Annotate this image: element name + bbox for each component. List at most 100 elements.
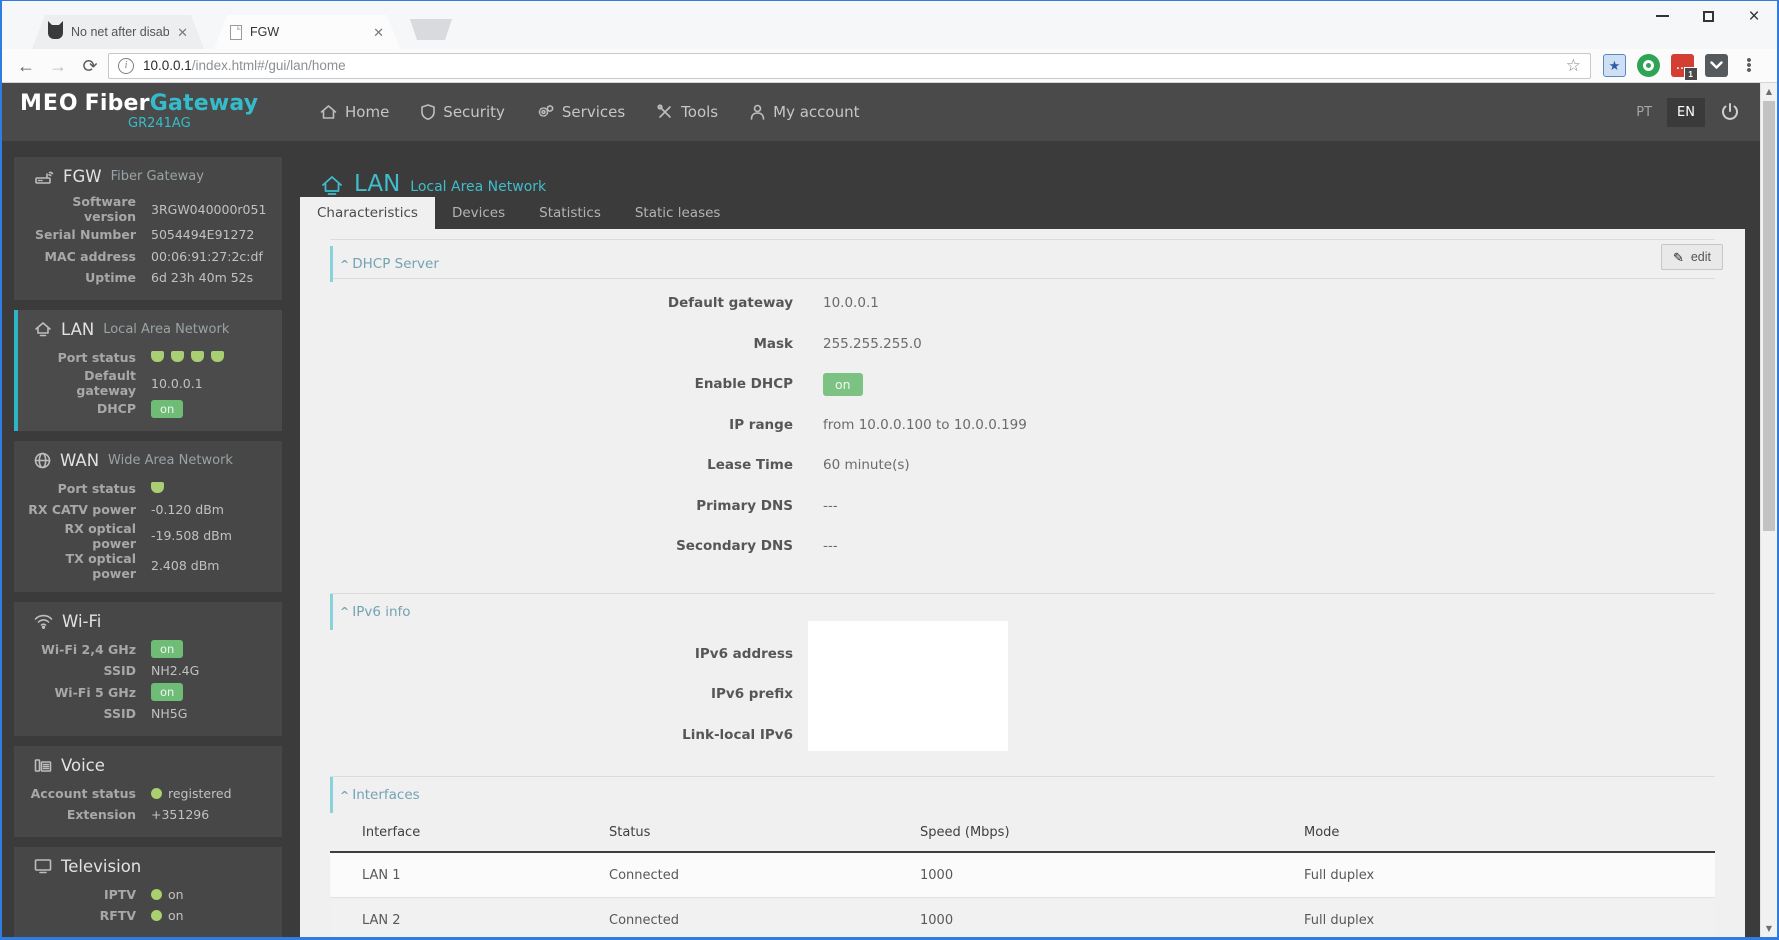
info-row: Serial Number 5054494E91272 <box>24 224 272 246</box>
green-extension-icon[interactable] <box>1637 54 1660 77</box>
field-label: IPv6 address <box>330 646 793 662</box>
pencil-icon: ✎ <box>1673 251 1684 264</box>
nav-security[interactable]: Security <box>421 103 505 121</box>
browser-tab-2-active[interactable]: FGW ✕ <box>214 15 400 49</box>
maximize-button[interactable] <box>1685 1 1731 31</box>
tab-close-icon[interactable]: ✕ <box>373 26 384 39</box>
ethernet-port-icon <box>211 351 224 362</box>
tab-static-leases[interactable]: Static leases <box>618 197 738 229</box>
url-host: 10.0.0.1 <box>143 58 192 73</box>
minimize-button[interactable] <box>1639 1 1685 31</box>
info-icon[interactable]: i <box>118 58 134 74</box>
row-label: RX optical power <box>24 521 136 551</box>
lan-house-icon <box>320 174 344 197</box>
table-header-row: Interface Status Speed (Mbps) Mode <box>330 813 1715 853</box>
address-bar[interactable]: i 10.0.0.1/index.html#/gui/lan/home ☆ <box>108 53 1591 79</box>
sidebar-section-lan[interactable]: LAN Local Area Network Port status Defau… <box>14 310 282 431</box>
row-label: RFTV <box>24 908 136 923</box>
cell-speed: 1000 <box>920 868 1304 883</box>
status-dot <box>151 910 162 921</box>
interfaces-section-header[interactable]: ^ Interfaces <box>330 777 1715 813</box>
shield-icon <box>421 104 435 120</box>
forward-button[interactable]: → <box>44 57 72 75</box>
section-title: Wi-Fi <box>62 612 101 631</box>
phone-icon <box>34 758 52 773</box>
lang-en-button[interactable]: EN <box>1667 98 1705 127</box>
row-value: NH5G <box>151 706 272 721</box>
nav-services[interactable]: Services <box>537 103 625 121</box>
sidebar-section-fgw[interactable]: FGW Fiber Gateway Software version 3RGW0… <box>14 157 282 300</box>
page-scrollbar[interactable]: ▲ ▼ <box>1760 83 1777 937</box>
row-label: Serial Number <box>24 227 136 242</box>
tab-title: No net after disabling DH <box>71 25 169 39</box>
row-value: 3RGW040000r051 <box>151 202 272 217</box>
section-subtitle: Wide Area Network <box>108 453 233 468</box>
globe-icon <box>34 452 51 469</box>
info-row: SSID NH5G <box>24 703 272 725</box>
tab-close-icon[interactable]: ✕ <box>177 26 188 39</box>
field-label: Enable DHCP <box>330 376 793 392</box>
sidebar-section-wifi[interactable]: Wi-Fi Wi-Fi 2,4 GHz on SSID NH2.4G Wi-Fi… <box>14 602 282 736</box>
refresh-button[interactable]: ⟳ <box>76 57 104 75</box>
row-label: Port status <box>24 350 136 365</box>
section-title: Voice <box>61 756 105 775</box>
section-title: DHCP Server <box>352 256 439 272</box>
lang-pt-button[interactable]: PT <box>1636 105 1652 120</box>
nav-tools[interactable]: Tools <box>657 103 718 121</box>
bookmarks-extension-icon[interactable]: ★ <box>1603 54 1626 77</box>
new-tab-button[interactable] <box>410 19 452 40</box>
form-row: Enable DHCP on <box>330 364 1715 405</box>
ipv6-values-redacted-box <box>808 621 1008 751</box>
tab-statistics[interactable]: Statistics <box>522 197 618 229</box>
red-dots-extension-icon[interactable]: ... 1 <box>1671 54 1694 77</box>
row-label: Wi-Fi 2,4 GHz <box>24 642 136 657</box>
row-value: +351296 <box>151 807 272 822</box>
tab-characteristics[interactable]: Characteristics <box>300 197 435 229</box>
field-value: from 10.0.0.100 to 10.0.0.199 <box>823 417 1715 433</box>
dhcp-server-section-header[interactable]: ^ DHCP Server <box>330 246 439 282</box>
row-label: TX optical power <box>24 551 136 581</box>
back-button[interactable]: ← <box>12 57 40 75</box>
window-controls: × <box>1639 1 1777 31</box>
info-row: RFTV on <box>24 905 272 927</box>
scroll-down-arrow-icon[interactable]: ▼ <box>1761 924 1777 933</box>
form-row: Primary DNS --- <box>330 486 1715 527</box>
dhcp-toggle-on[interactable]: on <box>823 373 863 396</box>
field-label: Lease Time <box>330 457 793 473</box>
chrome-menu-icon[interactable]: ••• <box>1739 58 1759 73</box>
chevron-up-icon: ^ <box>340 258 349 271</box>
row-label: Port status <box>24 481 136 496</box>
tab-devices[interactable]: Devices <box>435 197 522 229</box>
meo-fibergateway-logo: MEOFiberGateway GR241AG <box>20 92 292 132</box>
ipv6-info-section-header[interactable]: ^ IPv6 info <box>330 594 1715 630</box>
tools-icon <box>657 104 673 120</box>
user-icon <box>750 104 765 120</box>
status-dot <box>151 889 162 900</box>
scrollbar-thumb[interactable] <box>1763 101 1775 531</box>
sidebar-section-television[interactable]: Television IPTV on RFTV on <box>14 847 282 938</box>
edit-button[interactable]: ✎ edit <box>1661 244 1723 270</box>
nav-label: My account <box>773 103 859 121</box>
nav-label: Home <box>345 103 389 121</box>
tv-icon <box>34 858 52 874</box>
row-value: -0.120 dBm <box>151 502 272 517</box>
router-icon <box>34 169 54 185</box>
nav-home[interactable]: Home <box>320 103 389 121</box>
pocket-extension-icon[interactable] <box>1705 54 1728 77</box>
row-label: Default gateway <box>24 368 136 398</box>
col-header-status: Status <box>609 825 920 840</box>
bookmark-star-icon[interactable]: ☆ <box>1566 56 1581 76</box>
nav-label: Tools <box>681 103 718 121</box>
field-value: --- <box>823 498 1715 514</box>
nav-my-account[interactable]: My account <box>750 103 859 121</box>
page-header: LAN Local Area Network <box>300 141 1760 197</box>
sidebar-section-voice[interactable]: Voice Account status registered Extensio… <box>14 746 282 837</box>
logout-power-icon[interactable] <box>1720 102 1740 122</box>
sidebar-section-wan[interactable]: WAN Wide Area Network Port status RX CAT… <box>14 441 282 592</box>
scroll-up-arrow-icon[interactable]: ▲ <box>1761 87 1777 96</box>
info-row: TX optical power 2.408 dBm <box>24 551 272 581</box>
close-button[interactable]: × <box>1731 1 1777 31</box>
section-title: IPv6 info <box>352 604 410 620</box>
info-row: DHCP on <box>24 398 272 420</box>
browser-tab-1[interactable]: No net after disabling DH ✕ <box>32 15 204 49</box>
